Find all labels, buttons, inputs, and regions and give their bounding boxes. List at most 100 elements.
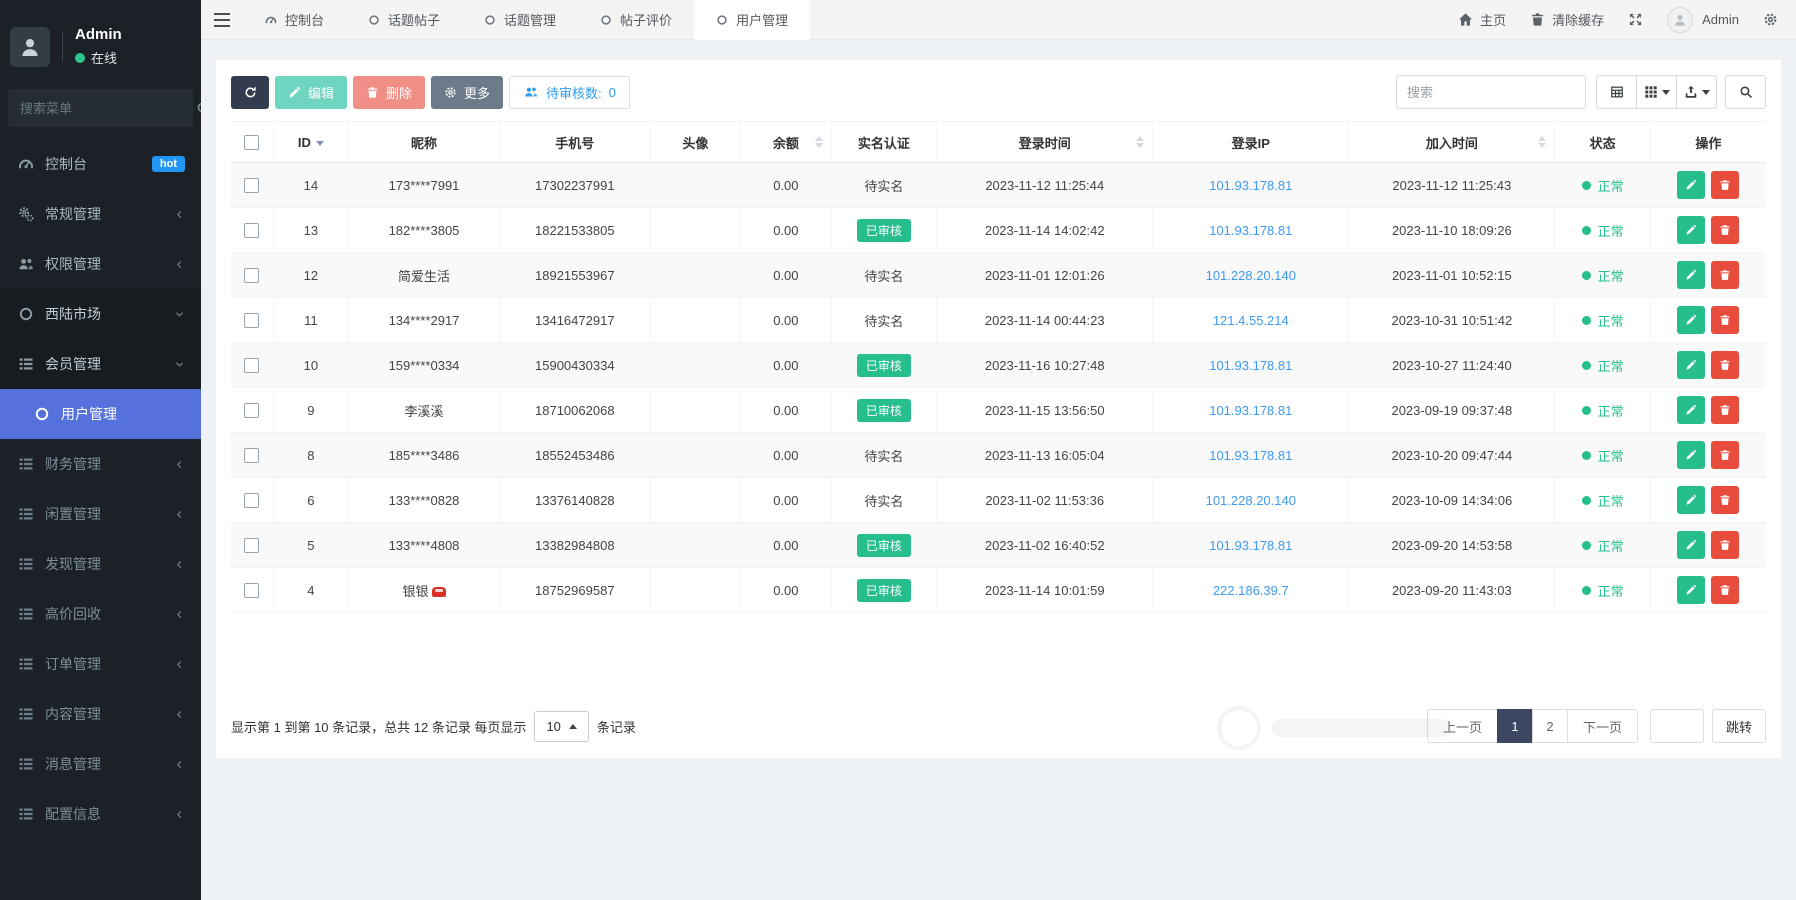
row-checkbox[interactable] [244,538,260,554]
sidebar-toggle-button[interactable] [201,0,243,40]
ip-link[interactable]: 101.93.178.81 [1209,403,1292,418]
settings-button[interactable] [1763,12,1778,27]
ip-link[interactable]: 101.228.20.140 [1206,493,1296,508]
sidebar-item[interactable]: 发现管理 [0,539,201,589]
row-edit-button[interactable] [1677,441,1706,469]
row-edit-button[interactable] [1677,306,1706,334]
export-button[interactable] [1676,75,1717,109]
row-checkbox[interactable] [244,223,260,239]
row-checkbox[interactable] [244,178,260,194]
row-delete-button[interactable] [1711,576,1740,604]
column-header[interactable]: 加入时间 [1348,121,1556,163]
sidebar-item[interactable]: 用户管理 [0,389,201,439]
column-header[interactable]: 登录时间 [936,121,1154,163]
status-badge: 正常 [1581,491,1624,510]
row-delete-button[interactable] [1711,216,1740,244]
row-delete-button[interactable] [1711,306,1740,334]
navbar-tab[interactable]: 帖子评价 [578,0,694,40]
page-size-select[interactable]: 10 [534,710,589,742]
row-edit-button[interactable] [1677,396,1706,424]
fullscreen-button[interactable] [1628,12,1643,27]
edit-button[interactable]: 编辑 [275,75,348,109]
page-number-button[interactable]: 2 [1531,709,1568,743]
detail-view-button[interactable] [1596,75,1637,109]
sidebar-item[interactable]: 权限管理 [0,239,201,289]
column-header[interactable]: ID [273,121,350,163]
row-edit-button[interactable] [1677,351,1706,379]
row-edit-button[interactable] [1677,576,1706,604]
ip-link[interactable]: 101.93.178.81 [1209,223,1292,238]
ip-link[interactable]: 101.93.178.81 [1209,178,1292,193]
row-checkbox[interactable] [244,583,260,599]
sidebar-item[interactable]: 闲置管理 [0,489,201,539]
list-icon [18,756,34,772]
sidebar-item[interactable]: 高价回收 [0,589,201,639]
sidebar-item[interactable]: 西陆市场 [0,289,201,339]
sidebar-item[interactable]: 配置信息 [0,789,201,839]
menu-search-input[interactable] [20,100,196,116]
page-number-button[interactable]: 1 [1496,709,1533,743]
prev-page-button[interactable]: 上一页 [1426,709,1498,743]
ip-link[interactable]: 101.93.178.81 [1209,448,1292,463]
search-toggle-button[interactable] [1725,75,1766,109]
row-checkbox[interactable] [244,493,260,509]
row-delete-button[interactable] [1711,171,1740,199]
sidebar-item-label: 用户管理 [61,406,117,422]
pending-review-button[interactable]: 待审核数: 0 [509,75,630,109]
cell-login-ip: 121.4.55.214 [1152,297,1350,343]
ip-link[interactable]: 101.228.20.140 [1206,268,1296,283]
ip-link[interactable]: 101.93.178.81 [1209,358,1292,373]
jump-page-input[interactable] [1649,709,1704,743]
navbar-tab[interactable]: 话题管理 [462,0,578,40]
row-edit-button[interactable] [1677,486,1706,514]
cell-join-time: 2023-11-10 18:09:26 [1348,207,1556,253]
select-all-checkbox[interactable] [244,135,260,151]
row-checkbox[interactable] [244,403,260,419]
table-search-input[interactable] [1396,75,1586,109]
row-edit-button[interactable] [1677,171,1706,199]
sidebar-item[interactable]: 内容管理 [0,689,201,739]
status-badge: 正常 [1581,356,1624,375]
row-delete-button[interactable] [1711,351,1740,379]
row-edit-button[interactable] [1677,261,1706,289]
sidebar-item-label: 财务管理 [45,456,101,472]
next-page-button[interactable]: 下一页 [1566,709,1638,743]
sidebar-item[interactable]: 财务管理 [0,439,201,489]
column-header[interactable]: 余额 [740,121,832,163]
row-delete-button[interactable] [1711,441,1740,469]
home-link[interactable]: 主页 [1458,10,1506,29]
row-checkbox[interactable] [244,358,260,374]
row-edit-button[interactable] [1677,216,1706,244]
navbar-tab[interactable]: 话题帖子 [346,0,462,40]
ip-link[interactable]: 101.93.178.81 [1209,538,1292,553]
sidebar-item[interactable]: 控制台 hot [0,139,201,189]
column-header: 状态 [1554,121,1651,163]
row-delete-button[interactable] [1711,531,1740,559]
navbar-tab[interactable]: 控制台 [243,0,346,40]
row-checkbox[interactable] [244,448,260,464]
row-checkbox[interactable] [244,268,260,284]
ip-link[interactable]: 222.186.39.7 [1213,583,1289,598]
row-edit-button[interactable] [1677,531,1706,559]
row-delete-button[interactable] [1711,261,1740,289]
clear-cache-link[interactable]: 清除缓存 [1530,10,1604,29]
refresh-button[interactable] [231,75,269,109]
content-area: 编辑 删除 更多 待审核数: 0 搜索 ID 昵称 手机号 头像 余额 实名认证… [201,40,1796,900]
delete-button[interactable]: 删除 [353,75,426,109]
red-car-emoji [431,587,446,598]
row-delete-button[interactable] [1711,486,1740,514]
navbar-tabs: 控制台 话题帖子 话题管理 帖子评价 用户管理 [243,0,811,40]
more-button[interactable]: 更多 [431,75,504,109]
navbar-tab[interactable]: 用户管理 [694,0,811,40]
sidebar-item[interactable]: 订单管理 [0,639,201,689]
sidebar-item[interactable]: 常规管理 [0,189,201,239]
sidebar-item[interactable]: 会员管理 [0,339,201,389]
sidebar-item[interactable]: 消息管理 [0,739,201,789]
row-checkbox[interactable] [244,313,260,329]
row-delete-button[interactable] [1711,396,1740,424]
navbar-user-menu[interactable]: Admin [1667,6,1739,33]
jump-button[interactable]: 跳转 [1711,709,1766,743]
ip-link[interactable]: 121.4.55.214 [1213,313,1289,328]
user-avatar[interactable] [10,26,50,67]
columns-button[interactable] [1636,75,1677,109]
